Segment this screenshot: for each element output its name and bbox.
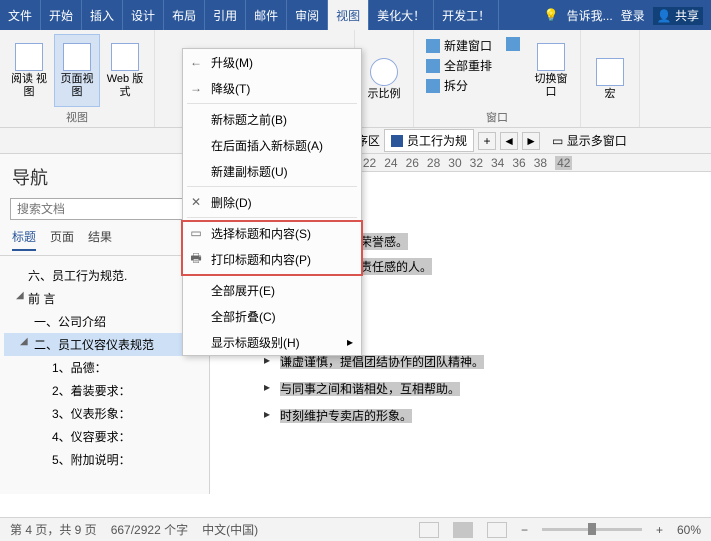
- word-icon: [391, 135, 403, 147]
- tree-node[interactable]: 2、着装要求：: [4, 379, 205, 402]
- menu-print-heading[interactable]: 🖶打印标题和内容(P): [183, 246, 361, 272]
- zoom-in-button[interactable]: +: [656, 523, 663, 537]
- doc-tab[interactable]: 员工行为规: [384, 129, 474, 152]
- menu-select-heading[interactable]: ▭选择标题和内容(S): [183, 220, 361, 246]
- tell-me[interactable]: 告诉我...: [567, 7, 613, 24]
- zoom-level[interactable]: 60%: [677, 523, 701, 537]
- tab-mailings[interactable]: 邮件: [246, 0, 287, 30]
- print-icon: 🖶: [189, 252, 203, 266]
- delete-icon: ✕: [189, 195, 203, 209]
- zoom-slider[interactable]: [542, 528, 642, 531]
- search-input[interactable]: [10, 198, 199, 220]
- view-group-label: 视图: [6, 107, 148, 125]
- chevron-right-icon: ▸: [347, 335, 353, 349]
- add-tab-button[interactable]: +: [478, 132, 496, 150]
- title-bar: 文件 开始 插入 设计 布局 引用 邮件 审阅 视图 美化大！ 开发工！ 💡 告…: [0, 0, 711, 30]
- next-tab-button[interactable]: ►: [522, 132, 540, 150]
- web-view-button[interactable]: Web 版式: [102, 34, 148, 107]
- arrow-right-icon: →: [189, 81, 203, 95]
- tab-review[interactable]: 审阅: [287, 0, 328, 30]
- status-bar: 第 4 页，共 9 页 667/2922 个字 中文(中国) − + 60%: [0, 517, 711, 541]
- tree-node[interactable]: ◢二、员工仪容仪表规范: [4, 333, 205, 356]
- word-count[interactable]: 667/2922 个字: [111, 521, 188, 538]
- navigation-pane: 导航 标题 页面 结果 六、员工行为规范.◢前 言一、公司介绍◢二、员工仪容仪表…: [0, 154, 210, 494]
- nav-tabs: 标题 页面 结果: [0, 228, 209, 256]
- menu-before-heading[interactable]: 新标题之前(B): [183, 106, 361, 132]
- tree-node[interactable]: 六、员工行为规范.: [4, 264, 205, 287]
- switch-window-button[interactable]: 切换窗口: [528, 34, 574, 107]
- menu-after-heading[interactable]: 在后面插入新标题(A): [183, 132, 361, 158]
- menu-demote[interactable]: →降级(T): [183, 75, 361, 101]
- arrange-all-button[interactable]: 全部重排: [422, 56, 496, 75]
- login-link[interactable]: 登录: [621, 7, 645, 24]
- tab-insert[interactable]: 插入: [82, 0, 123, 30]
- list-item: 与同事之间和谐相处，互相帮助。: [280, 380, 681, 397]
- page-view-button[interactable]: 页面视图: [54, 34, 100, 107]
- zoom-out-button[interactable]: −: [521, 523, 528, 537]
- menu-show-levels[interactable]: 显示标题级别(H)▸: [183, 329, 361, 355]
- print-layout-icon[interactable]: [453, 522, 473, 538]
- nav-tab-results[interactable]: 结果: [88, 228, 112, 251]
- tab-beautify[interactable]: 美化大！: [369, 0, 434, 30]
- tab-layout[interactable]: 布局: [164, 0, 205, 30]
- menu-expand-all[interactable]: 全部展开(E): [183, 277, 361, 303]
- side-button[interactable]: [502, 36, 524, 52]
- menu-delete[interactable]: ✕删除(D): [183, 189, 361, 215]
- tab-references[interactable]: 引用: [205, 0, 246, 30]
- menu-subheading[interactable]: 新建副标题(U): [183, 158, 361, 184]
- share-button[interactable]: 👤 共享: [653, 7, 703, 24]
- menu-collapse-all[interactable]: 全部折叠(C): [183, 303, 361, 329]
- prev-tab-button[interactable]: ◄: [500, 132, 518, 150]
- tree-node[interactable]: 4、仪容要求：: [4, 425, 205, 448]
- tab-home[interactable]: 开始: [41, 0, 82, 30]
- menu-promote[interactable]: ←升级(M): [183, 49, 361, 75]
- web-layout-icon[interactable]: [487, 522, 507, 538]
- read-view-button[interactable]: 阅读 视图: [6, 34, 52, 107]
- macro-button[interactable]: 宏: [587, 34, 633, 125]
- tree-node[interactable]: 3、仪表形象：: [4, 402, 205, 425]
- tab-file[interactable]: 文件: [0, 0, 41, 30]
- tab-developer[interactable]: 开发工！: [434, 0, 499, 30]
- list-item: 时刻维护专卖店的形象。: [280, 407, 681, 424]
- new-window-button[interactable]: 新建窗口: [422, 36, 496, 55]
- select-icon: ▭: [189, 226, 203, 240]
- tree-node[interactable]: 1、品德：: [4, 356, 205, 379]
- tree-node[interactable]: 5、附加说明：: [4, 448, 205, 471]
- tree-node[interactable]: 一、公司介绍: [4, 310, 205, 333]
- context-menu: ←升级(M) →降级(T) 新标题之前(B) 在后面插入新标题(A) 新建副标题…: [182, 48, 362, 356]
- nav-tab-pages[interactable]: 页面: [50, 228, 74, 251]
- arrow-left-icon: ←: [189, 55, 203, 69]
- multi-window-button[interactable]: 显示多窗口: [567, 134, 627, 148]
- tree-node[interactable]: ◢前 言: [4, 287, 205, 310]
- tab-design[interactable]: 设计: [123, 0, 164, 30]
- page-count[interactable]: 第 4 页，共 9 页: [10, 521, 97, 538]
- bulb-icon: 💡: [544, 8, 559, 22]
- split-button[interactable]: 拆分: [422, 76, 496, 95]
- zoom-button[interactable]: 示比例: [361, 34, 407, 125]
- nav-tab-headings[interactable]: 标题: [12, 228, 36, 251]
- read-mode-icon[interactable]: [419, 522, 439, 538]
- language[interactable]: 中文(中国): [202, 521, 258, 538]
- heading-tree: 六、员工行为规范.◢前 言一、公司介绍◢二、员工仪容仪表规范1、品德：2、着装要…: [0, 256, 209, 479]
- nav-title: 导航: [0, 154, 209, 198]
- tab-view[interactable]: 视图: [328, 0, 369, 30]
- window-group-label: 窗口: [420, 107, 574, 125]
